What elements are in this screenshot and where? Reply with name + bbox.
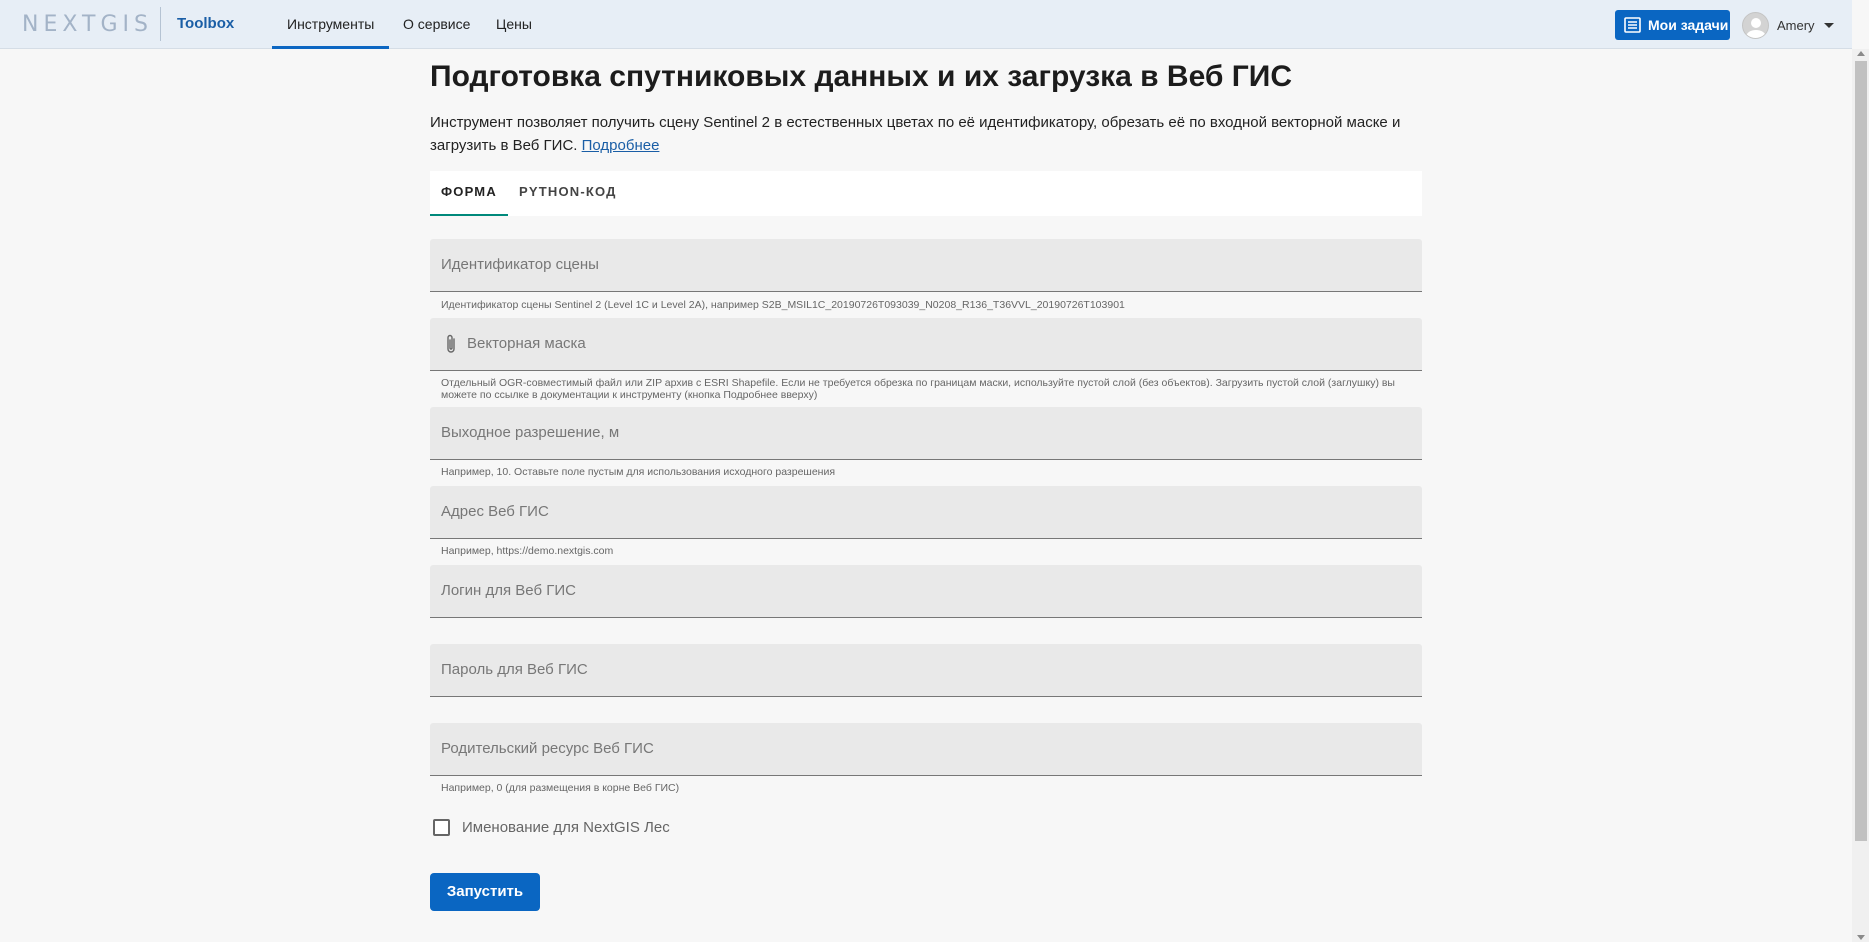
nextgis-forest-naming-label[interactable]: Именование для NextGIS Лес xyxy=(462,819,670,836)
webgis-password-placeholder: Пароль для Веб ГИС xyxy=(441,661,588,678)
more-link[interactable]: Подробнее xyxy=(582,137,660,154)
vector-mask-placeholder: Векторная маска xyxy=(467,335,586,352)
nav-about[interactable]: О сервисе xyxy=(388,0,485,49)
scene-id-field[interactable]: Идентификатор сцены xyxy=(430,239,1422,292)
nextgis-forest-naming-checkbox[interactable] xyxy=(433,819,450,836)
vector-mask-help: Отдельный OGR-совместимый файл или ZIP а… xyxy=(441,377,1395,401)
product-name[interactable]: Toolbox xyxy=(177,15,234,32)
run-button[interactable]: Запустить xyxy=(430,873,540,911)
webgis-url-help: Например, https://demo.nextgis.com xyxy=(441,545,614,557)
tab-form[interactable]: Форма xyxy=(430,171,508,216)
webgis-url-placeholder: Адрес Веб ГИС xyxy=(441,503,549,520)
logo-divider xyxy=(160,7,161,41)
vector-mask-file-field[interactable]: Векторная маска xyxy=(430,318,1422,371)
output-resolution-field[interactable]: Выходное разрешение, м xyxy=(430,407,1422,460)
scene-id-help: Идентификатор сцены Sentinel 2 (Level 1C… xyxy=(441,299,1125,311)
description-text: Инструмент позволяет получить сцену Sent… xyxy=(430,114,1401,154)
parent-resource-help: Например, 0 (для размещения в корне Веб … xyxy=(441,782,680,794)
webgis-url-field[interactable]: Адрес Веб ГИС xyxy=(430,486,1422,539)
tasks-list-icon xyxy=(1624,17,1641,33)
my-tasks-button[interactable]: Мои задачи xyxy=(1615,10,1730,40)
webgis-password-field[interactable]: Пароль для Веб ГИС xyxy=(430,644,1422,697)
nav-prices[interactable]: Цены xyxy=(481,0,547,49)
page-scrollbar[interactable] xyxy=(1852,49,1869,942)
avatar xyxy=(1742,11,1769,39)
caret-down-icon xyxy=(1823,22,1834,28)
webgis-login-field[interactable]: Логин для Веб ГИС xyxy=(430,565,1422,618)
page-title: Подготовка спутниковых данных и их загру… xyxy=(430,60,1292,93)
parent-resource-placeholder: Родительский ресурс Веб ГИС xyxy=(441,740,654,757)
tab-python-code[interactable]: Python-код xyxy=(519,171,617,216)
user-menu[interactable]: Amery xyxy=(1742,11,1834,39)
scroll-up-icon[interactable] xyxy=(1857,51,1865,56)
output-resolution-placeholder: Выходное разрешение, м xyxy=(441,424,620,441)
tool-description: Инструмент позволяет получить сцену Sent… xyxy=(430,111,1420,157)
nav-tools[interactable]: Инструменты xyxy=(272,0,390,49)
webgis-login-placeholder: Логин для Веб ГИС xyxy=(441,582,576,599)
my-tasks-label: Мои задачи xyxy=(1648,17,1729,33)
scroll-down-icon[interactable] xyxy=(1857,935,1865,940)
paperclip-icon xyxy=(445,333,457,360)
tab-bar: Форма Python-код xyxy=(430,171,1422,216)
parent-resource-field[interactable]: Родительский ресурс Веб ГИС xyxy=(430,723,1422,776)
scene-id-placeholder: Идентификатор сцены xyxy=(441,256,599,273)
user-name: Amery xyxy=(1777,17,1815,33)
top-navbar: NEXTGIS Toolbox Инструменты О сервисе Це… xyxy=(0,0,1852,49)
output-resolution-help: Например, 10. Оставьте поле пустым для и… xyxy=(441,466,836,478)
nextgis-logo[interactable]: NEXTGIS xyxy=(22,12,153,37)
scroll-thumb[interactable] xyxy=(1855,61,1867,841)
nextgis-forest-naming-option[interactable]: Именование для NextGIS Лес xyxy=(433,819,670,836)
